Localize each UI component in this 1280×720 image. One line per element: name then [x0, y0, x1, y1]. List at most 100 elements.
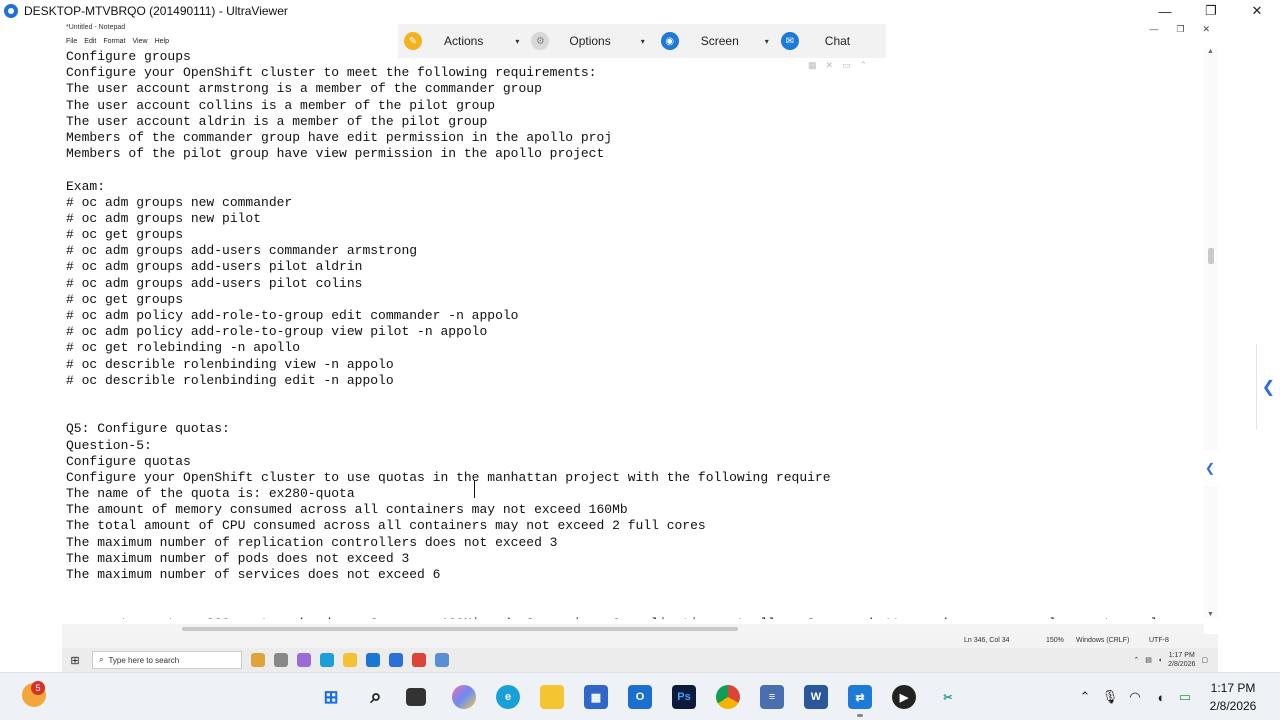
text-line: The total amount of CPU consumed across …	[66, 518, 706, 534]
screen-icon: ◉	[660, 32, 679, 50]
search-icon[interactable]: ⌕	[364, 685, 388, 709]
menu-format[interactable]: Format	[103, 38, 125, 45]
zoom-level: 150%	[1046, 637, 1064, 644]
pin-icon[interactable]: ▦	[808, 60, 817, 71]
ultraviewer-icon[interactable]	[389, 653, 403, 667]
window-icon[interactable]: ▭	[842, 60, 851, 71]
scroll-up-icon[interactable]: ▲	[1207, 48, 1214, 55]
menu-file[interactable]: File	[66, 38, 77, 45]
menu-help[interactable]: Help	[155, 38, 169, 45]
windows-start-icon[interactable]: ⊞	[62, 654, 88, 667]
ultraviewer-icon[interactable]: ⇄	[848, 685, 872, 717]
network-icon[interactable]: ▤	[1145, 656, 1152, 664]
task-view-icon[interactable]	[274, 653, 288, 667]
text-line: The maximum number of pods does not exce…	[66, 550, 410, 566]
side-panel-expand-icon[interactable]: ❮	[1256, 344, 1280, 430]
notepad-maximize-button[interactable]: ❐	[1176, 24, 1184, 35]
fullscreen-icon[interactable]: ✕	[826, 60, 834, 71]
remote-screen[interactable]: *Untitled - Notepad — ❐ ✕ File Edit Form…	[0, 22, 1280, 648]
menu-view[interactable]: View	[133, 38, 148, 45]
remote-search-box[interactable]: ⌕ Type here to search	[92, 651, 242, 669]
chrome-icon[interactable]	[716, 685, 740, 709]
scroll-down-icon[interactable]: ▼	[1207, 611, 1214, 618]
local-taskbar: 5 ⊞ ⌕ e ▦ O Ps ≡ W ⇄ ▶ ✂ ⌃ 🎙 ◠ ◖ ▭ 1:17 …	[0, 672, 1280, 720]
collapse-icon[interactable]: ⌃	[860, 60, 868, 71]
chat-icon: ✉	[780, 32, 799, 50]
vertical-scrollbar[interactable]: ▲ ▼	[1204, 48, 1218, 618]
snipping-tool-icon[interactable]: ✂	[936, 685, 960, 709]
text-line: Configure quotas	[66, 453, 191, 469]
search-placeholder: Type here to search	[108, 655, 180, 665]
chat-button[interactable]: ✉ Chat	[780, 24, 850, 58]
notepad-close-button[interactable]: ✕	[1202, 24, 1210, 35]
copilot-icon[interactable]	[297, 653, 311, 667]
remote-desktop-background	[1218, 648, 1280, 672]
text-line: Question-5:	[66, 437, 152, 453]
file-explorer-icon[interactable]	[540, 685, 564, 709]
volume-icon[interactable]: ◖	[1150, 690, 1170, 705]
text-line: # oc get groups	[66, 227, 184, 243]
text-line: Members of the commander group have edit…	[66, 129, 613, 145]
text-line: # oc adm groups new commander	[66, 194, 293, 210]
task-view-icon[interactable]	[406, 688, 426, 706]
text-line: The user account armstrong is a member o…	[66, 81, 542, 97]
start-icon[interactable]: ⊞	[319, 685, 343, 709]
chevron-down-icon: ▾	[764, 36, 769, 46]
text-cursor-icon	[474, 480, 476, 498]
text-line: # oc adm policy add-role-to-group edit c…	[66, 308, 519, 323]
notepad-window[interactable]: *Untitled - Notepad — ❐ ✕ File Edit Form…	[62, 22, 1218, 648]
actions-icon: ✎	[404, 32, 422, 50]
wifi-icon[interactable]: ◠	[1125, 689, 1145, 705]
text-line: # oc adm groups add-users pilot aldrin	[66, 259, 363, 275]
remote-taskbar: ⊞ ⌕ Type here to search ⌃ ▤ ◖ 1:17 PM 2/…	[62, 648, 1218, 672]
file-explorer-icon[interactable]	[343, 653, 357, 667]
notepad-icon[interactable]	[435, 653, 449, 667]
remote-system-tray: ⌃ ▤ ◖ 1:17 PM 2/8/2026 ▢	[1133, 651, 1208, 669]
text-line: # oc describle rolenbinding edit -n appo…	[66, 372, 394, 388]
notification-badge: 5	[31, 681, 45, 695]
edge-icon[interactable]: e	[496, 685, 520, 709]
text-line: The amount of memory consumed across all…	[66, 502, 628, 518]
text-line: The maximum number of services does not …	[66, 567, 441, 582]
notepad-minimize-button[interactable]: —	[1149, 24, 1158, 35]
word-icon[interactable]: W	[804, 685, 828, 709]
outlook-icon[interactable]: O	[628, 685, 652, 709]
outlook-icon[interactable]	[366, 653, 380, 667]
text-line	[66, 583, 1206, 599]
notification-icon[interactable]: ▢	[1201, 656, 1208, 664]
chevron-up-icon[interactable]: ⌃	[1133, 656, 1139, 664]
notepad-icon[interactable]: ≡	[760, 685, 784, 709]
minimize-button[interactable]: —	[1142, 0, 1188, 22]
text-line: # oc adm groups new pilot	[66, 210, 262, 226]
actions-menu[interactable]: ✎ Actions ▾	[404, 24, 519, 58]
store-icon[interactable]: ▦	[584, 685, 608, 709]
remote-clock[interactable]: 1:17 PM 2/8/2026	[1168, 651, 1195, 669]
volume-icon[interactable]: ◖	[1158, 657, 1162, 664]
system-tray: ⌃ 🎙 ◠ ◖ ▭ 1:17 PM 2/8/2026	[1075, 673, 1280, 720]
chevron-up-icon[interactable]: ⌃	[1075, 689, 1095, 705]
remote-sidebar-expand-icon[interactable]: ❮	[1202, 450, 1218, 486]
chrome-icon[interactable]	[412, 653, 426, 667]
remote-desktop-background	[0, 22, 62, 648]
media-player-icon[interactable]: ▶	[892, 685, 916, 709]
edge-icon[interactable]	[320, 653, 334, 667]
remote-app-icon[interactable]	[251, 653, 265, 667]
copilot-icon[interactable]	[452, 685, 476, 709]
horizontal-scrollbar[interactable]	[62, 624, 1204, 634]
horizontal-scroll-thumb[interactable]	[182, 627, 738, 631]
close-button[interactable]: ✕	[1234, 0, 1280, 22]
screen-menu[interactable]: ◉ Screen ▾	[660, 24, 769, 58]
notepad-text-area[interactable]: Configure groups Configure your OpenShift…	[66, 49, 1206, 619]
clock[interactable]: 1:17 PM 2/8/2026	[1200, 679, 1266, 715]
battery-icon[interactable]: ▭	[1175, 689, 1195, 705]
menu-edit[interactable]: Edit	[84, 38, 96, 45]
options-menu[interactable]: ⚙ Options ▾	[531, 24, 645, 58]
microphone-icon[interactable]: 🎙	[1100, 689, 1120, 705]
chevron-down-icon: ▾	[515, 36, 520, 46]
text-line: Exam:	[66, 178, 106, 194]
notepad-status-bar: Ln 346, Col 34 150% Windows (CRLF) UTF-8	[62, 634, 1218, 648]
maximize-button[interactable]: ❐	[1188, 0, 1234, 22]
text-line: # oc describle rolenbinding view -n appo…	[66, 356, 394, 372]
vertical-scroll-thumb[interactable]	[1208, 248, 1214, 264]
photoshop-icon[interactable]: Ps	[672, 685, 696, 709]
